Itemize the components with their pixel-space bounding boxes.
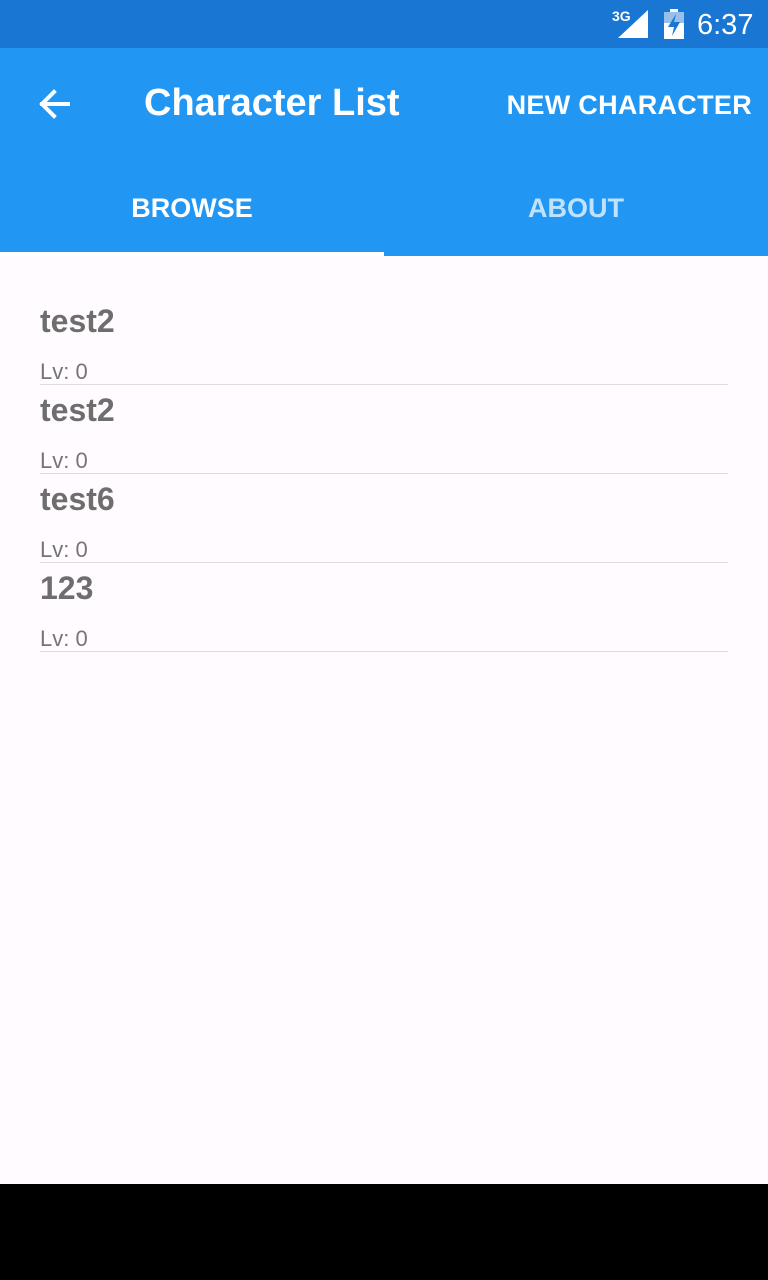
tab-bar: BROWSE ABOUT <box>0 160 768 256</box>
screen: 3G 6:37 Character List NEW CHARACTER BRO… <box>0 0 768 1280</box>
status-bar: 3G 6:37 <box>0 0 768 48</box>
list-item[interactable]: 123 Lv: 0 <box>40 563 728 652</box>
tab-about-label: ABOUT <box>528 192 624 223</box>
list-item[interactable]: test6 Lv: 0 <box>40 474 728 563</box>
list-item[interactable]: test2 Lv: 0 <box>40 385 728 474</box>
signal-icon <box>618 10 648 38</box>
page-title: Character List <box>144 82 400 124</box>
character-level: Lv: 0 <box>40 626 88 651</box>
character-level: Lv: 0 <box>40 537 88 562</box>
app-bar: Character List NEW CHARACTER BROWSE ABOU… <box>0 48 768 256</box>
navigation-bar <box>0 1184 768 1280</box>
tab-about[interactable]: ABOUT <box>384 160 768 256</box>
character-name: test2 <box>40 303 115 339</box>
tab-browse[interactable]: BROWSE <box>0 160 384 256</box>
back-button[interactable] <box>26 78 84 130</box>
character-level: Lv: 0 <box>40 448 88 473</box>
list-item[interactable]: test2 Lv: 0 <box>40 296 728 385</box>
battery-charging-icon <box>664 9 684 39</box>
tab-browse-label: BROWSE <box>131 192 253 223</box>
character-name: 123 <box>40 570 94 606</box>
character-list: test2 Lv: 0 test2 Lv: 0 test6 Lv: 0 123 … <box>40 296 728 652</box>
arrow-back-icon <box>39 89 70 119</box>
character-name: test2 <box>40 392 115 428</box>
new-character-button[interactable]: NEW CHARACTER <box>507 90 752 121</box>
character-name: test6 <box>40 481 115 517</box>
clock: 6:37 <box>697 9 754 41</box>
character-level: Lv: 0 <box>40 359 88 384</box>
character-list-content: test2 Lv: 0 test2 Lv: 0 test6 Lv: 0 123 … <box>0 256 768 1184</box>
